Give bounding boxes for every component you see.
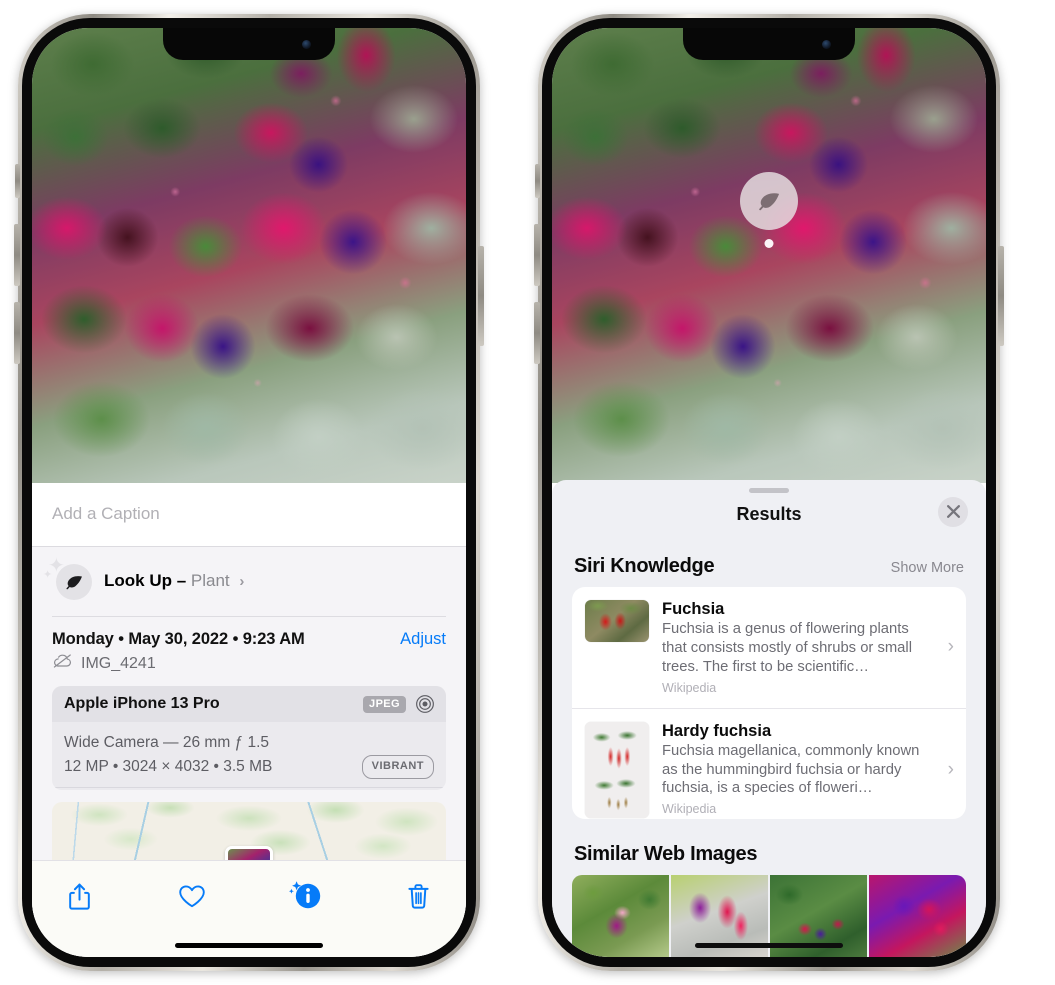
result-source: Wikipedia (662, 680, 717, 695)
left-phone-device: Add a Caption ✦ ✦ Look Up – Plant › Mond… (14, 14, 484, 971)
exif-stats-row: ISO 50 26 mm 0 ev ƒ1.5 1/181 s (52, 787, 446, 790)
look-up-title: Look Up – (104, 571, 187, 590)
lens-info: Wide Camera — 26 mm ƒ 1.5 (64, 734, 270, 752)
knowledge-result-row[interactable]: Hardy fuchsia Fuchsia magellanica, commo… (572, 707, 966, 819)
look-up-icon-wrap: ✦ ✦ (43, 556, 94, 602)
result-text: Hardy fuchsia Fuchsia magellanica, commo… (662, 722, 933, 817)
capture-date-row: Monday • May 30, 2022 • 9:23 AM Adjust (32, 616, 466, 650)
lookup-anchor-dot (764, 239, 774, 248)
photo-viewer[interactable] (552, 28, 986, 483)
sparkle-small-icon: ✦ (43, 569, 53, 581)
web-image-thumbnail[interactable] (869, 875, 966, 957)
volume-down-button[interactable] (14, 302, 20, 364)
volume-up-button[interactable] (534, 224, 540, 286)
look-up-row[interactable]: ✦ ✦ Look Up – Plant › (32, 547, 466, 616)
share-icon[interactable] (58, 875, 100, 917)
thumbnail-art (585, 721, 649, 818)
look-up-label: Look Up – Plant › (104, 571, 244, 591)
home-indicator[interactable] (175, 943, 323, 948)
result-source: Wikipedia (662, 802, 717, 817)
chevron-right-icon: › (947, 758, 954, 780)
close-icon[interactable] (938, 496, 968, 527)
chevron-right-icon: › (947, 636, 954, 658)
notch (683, 28, 855, 60)
caption-input[interactable]: Add a Caption (32, 483, 466, 547)
right-phone-screen: Results Siri Knowledge Show More Fuchsia… (552, 28, 986, 957)
photo-viewer[interactable] (32, 28, 466, 483)
power-button[interactable] (478, 246, 484, 346)
mute-switch[interactable] (15, 164, 20, 198)
results-header: Results (552, 493, 986, 531)
location-map[interactable] (52, 802, 446, 860)
result-thumbnail (585, 599, 649, 642)
file-name: IMG_4241 (81, 654, 156, 672)
device-name: Apple iPhone 13 Pro (64, 695, 220, 713)
exif-card: Apple iPhone 13 Pro JPEG Wide Camera — 2… (52, 686, 446, 791)
show-more-button[interactable]: Show More (891, 560, 964, 576)
leaf-icon (56, 564, 92, 600)
exif-header-badges: JPEG (363, 694, 435, 714)
photo-info-sheet: Add a Caption ✦ ✦ Look Up – Plant › Mond… (32, 483, 466, 957)
mute-switch[interactable] (535, 164, 540, 198)
exif-header: Apple iPhone 13 Pro JPEG (52, 686, 446, 723)
home-indicator[interactable] (695, 943, 843, 948)
fuchsia-photo-image (32, 28, 466, 483)
volume-up-button[interactable] (14, 224, 20, 286)
left-phone-screen: Add a Caption ✦ ✦ Look Up – Plant › Mond… (32, 28, 466, 957)
heart-icon[interactable] (171, 875, 213, 917)
chevron-right-icon: › (239, 573, 245, 590)
section-title: Similar Web Images (574, 843, 758, 866)
map-photo-marker[interactable] (225, 846, 273, 860)
result-title: Hardy fuchsia (662, 721, 772, 740)
trash-icon[interactable] (398, 875, 440, 917)
knowledge-result-row[interactable]: Fuchsia Fuchsia is a genus of flowering … (572, 587, 966, 708)
siri-knowledge-header: Siri Knowledge Show More (552, 531, 986, 587)
visual-lookup-leaf-icon[interactable] (740, 172, 798, 248)
look-up-subject: Plant (190, 571, 230, 590)
web-image-thumbnail[interactable] (572, 875, 669, 957)
adjust-button[interactable]: Adjust (400, 630, 446, 649)
size-info: 12 MP • 3024 × 4032 • 3.5 MB (64, 758, 273, 776)
screenshot-canvas: Add a Caption ✦ ✦ Look Up – Plant › Mond… (0, 0, 1055, 985)
fuchsia-photo-image (552, 28, 986, 483)
file-row: IMG_4241 (32, 650, 466, 686)
section-title: Siri Knowledge (574, 554, 715, 577)
volume-down-button[interactable] (534, 302, 540, 364)
result-description: Fuchsia magellanica, commonly known as t… (662, 742, 920, 797)
power-button[interactable] (998, 246, 1004, 346)
exif-body: Wide Camera — 26 mm ƒ 1.5 12 MP • 3024 ×… (52, 722, 446, 787)
result-thumbnail (585, 721, 649, 818)
notch (163, 28, 335, 60)
results-title: Results (736, 503, 802, 524)
result-title: Fuchsia (662, 599, 725, 618)
siri-knowledge-cards: Fuchsia Fuchsia is a genus of flowering … (572, 586, 966, 820)
format-badge: JPEG (363, 695, 406, 713)
similar-web-images-header: Similar Web Images (552, 819, 986, 875)
right-phone-device: Results Siri Knowledge Show More Fuchsia… (534, 14, 1004, 971)
front-camera-icon (302, 40, 311, 49)
results-sheet: Results Siri Knowledge Show More Fuchsia… (552, 480, 986, 957)
result-text: Fuchsia Fuchsia is a genus of flowering … (662, 600, 933, 695)
result-description: Fuchsia is a genus of flowering plants t… (662, 620, 912, 675)
aperture-icon (415, 694, 435, 714)
info-sparkle-icon[interactable] (283, 875, 327, 917)
capture-date: Monday • May 30, 2022 • 9:23 AM (52, 630, 305, 649)
cloud-slash-icon (52, 653, 73, 674)
size-info-row: 12 MP • 3024 × 4032 • 3.5 MB VIBRANT (64, 755, 434, 780)
photographic-style-badge: VIBRANT (361, 755, 434, 780)
front-camera-icon (822, 40, 831, 49)
